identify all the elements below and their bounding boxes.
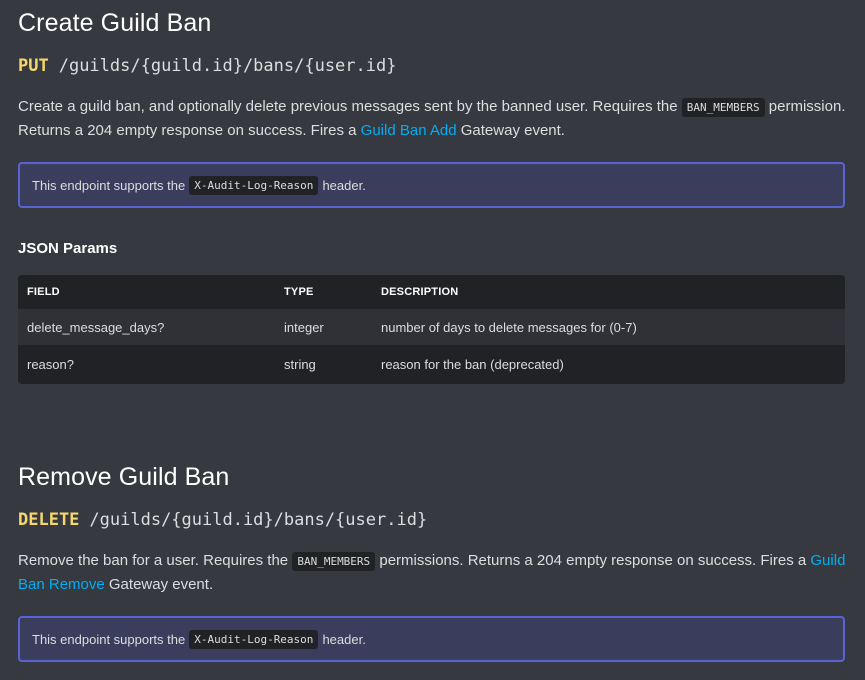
header-code: X-Audit-Log-Reason [189, 175, 319, 195]
permission-code: BAN_MEMBERS [292, 552, 376, 571]
param-description: reason for the ban (deprecated) [381, 357, 564, 372]
audit-log-notice: This endpoint supports the X-Audit-Log-R… [18, 162, 845, 208]
param-type: string [284, 357, 316, 372]
http-method-badge: DELETE [18, 510, 80, 530]
notice-text: This endpoint supports the [32, 631, 186, 647]
section-description: Remove the ban for a user. Requires the … [18, 549, 848, 596]
column-header-field: FIELD [27, 286, 60, 298]
notice-text: header. [322, 631, 366, 647]
column-header-type: TYPE [284, 286, 314, 298]
param-field: reason? [27, 357, 74, 372]
description-text: Gateway event. [104, 576, 214, 593]
header-code: X-Audit-Log-Reason [189, 629, 319, 649]
section-description: Create a guild ban, and optionally delet… [18, 95, 848, 142]
param-description: number of days to delete messages for (0… [381, 319, 637, 335]
endpoint-path: /guilds/{guild.id}/bans/{user.id} [89, 510, 428, 530]
json-params-heading: JSON Params [18, 240, 118, 257]
endpoint-route-put: PUT/guilds/{guild.id}/bans/{user.id} [18, 56, 396, 76]
permission-code: BAN_MEMBERS [681, 98, 765, 117]
json-params-table: FIELD TYPE DESCRIPTION delete_message_da… [18, 275, 845, 384]
audit-log-notice: This endpoint supports the X-Audit-Log-R… [18, 616, 845, 662]
param-type: integer [284, 319, 324, 335]
endpoint-path: /guilds/{guild.id}/bans/{user.id} [58, 56, 397, 76]
notice-text: This endpoint supports the [32, 177, 186, 193]
http-method-badge: PUT [18, 56, 49, 76]
description-text: Gateway event. [456, 122, 565, 139]
column-header-description: DESCRIPTION [381, 286, 459, 298]
description-text: Remove the ban for a user. Requires the [18, 552, 293, 569]
section-title-create-guild-ban: Create Guild Ban [18, 9, 212, 37]
table-header-row: FIELD TYPE DESCRIPTION [18, 275, 845, 309]
table-row: delete_message_days? integer number of d… [18, 309, 845, 345]
notice-text: header. [322, 177, 366, 193]
section-title-remove-guild-ban: Remove Guild Ban [18, 463, 230, 491]
description-text: Create a guild ban, and optionally delet… [18, 98, 682, 115]
docs-page: Create Guild Ban PUT/guilds/{guild.id}/b… [0, 0, 865, 680]
endpoint-route-delete: DELETE/guilds/{guild.id}/bans/{user.id} [18, 510, 427, 530]
guild-ban-add-link[interactable]: Guild Ban Add [361, 122, 457, 139]
table-row: reason? string reason for the ban (depre… [18, 345, 845, 384]
param-field: delete_message_days? [27, 319, 165, 335]
description-text: permissions. Returns a 204 empty respons… [375, 552, 811, 569]
